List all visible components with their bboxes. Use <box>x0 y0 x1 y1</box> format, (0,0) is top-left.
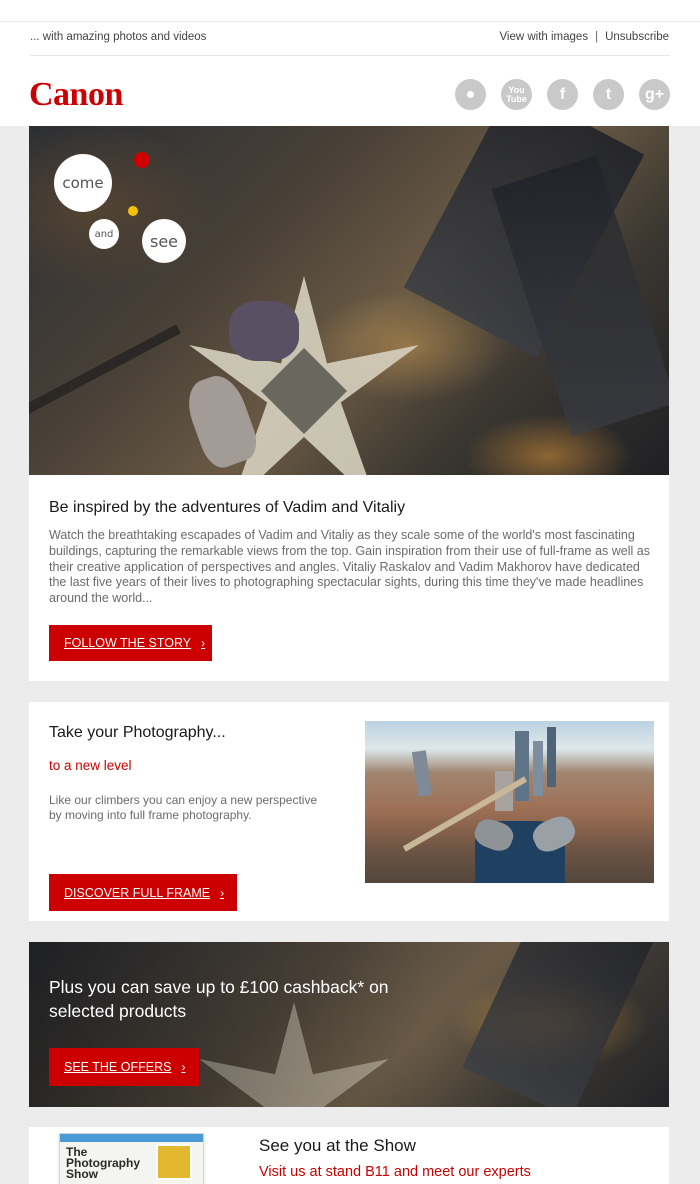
sky-shape <box>365 721 654 749</box>
show-title: See you at the Show <box>259 1136 416 1155</box>
youtube-icon-glyph: You Tube <box>506 84 527 104</box>
building-shape <box>515 731 529 801</box>
preheader-text: ... with amazing photos and videos <box>30 31 207 43</box>
twitter-icon-glyph: t <box>605 85 612 103</box>
facebook-icon[interactable]: f <box>547 79 578 110</box>
discover-full-frame-label: DISCOVER FULL FRAME <box>64 885 211 900</box>
follow-the-story-button[interactable]: FOLLOW THE STORY › <box>49 625 212 661</box>
and-bubble: and <box>89 219 119 249</box>
story-body: Watch the breathtaking escapades of Vadi… <box>49 528 650 606</box>
link-separator: | <box>595 31 599 43</box>
camera-icon[interactable]: ● <box>455 79 486 110</box>
hero-image[interactable]: come and see <box>29 126 669 475</box>
railing-shape <box>29 324 181 418</box>
chevron-right-icon: › <box>220 885 225 900</box>
chevron-right-icon: › <box>181 1060 186 1074</box>
climber-shape <box>229 301 299 361</box>
canon-logo[interactable]: Canon <box>29 78 123 112</box>
photography-show-magazine-image[interactable]: The Photography Show <box>59 1133 204 1184</box>
magazine-top-stripe <box>60 1134 203 1142</box>
discover-full-frame-button[interactable]: DISCOVER FULL FRAME › <box>49 874 237 911</box>
offers-banner[interactable]: Plus you can save up to £100 cashback* o… <box>29 942 669 1107</box>
camera-icon-glyph: ● <box>465 85 476 103</box>
top-divider <box>0 21 700 22</box>
full-frame-body: Like our climbers you can enjoy a new pe… <box>49 793 318 822</box>
come-bubble: come <box>54 154 112 212</box>
building-shape <box>411 750 433 797</box>
full-frame-card: Take your Photography... to a new level … <box>29 702 669 921</box>
twitter-icon[interactable]: t <box>593 79 624 110</box>
see-the-offers-label: SEE THE OFFERS <box>64 1060 172 1074</box>
social-links: ● You Tube f t g+ <box>455 79 670 110</box>
facebook-icon-glyph: f <box>559 85 566 103</box>
full-frame-subtitle: to a new level <box>49 758 132 773</box>
red-dot <box>134 152 150 168</box>
unsubscribe-link[interactable]: Unsubscribe <box>605 31 669 43</box>
view-with-images-link[interactable]: View with images <box>499 31 588 43</box>
header-divider <box>30 55 670 56</box>
google-plus-icon-glyph: g+ <box>644 85 665 103</box>
email-header: ... with amazing photos and videos View … <box>0 0 700 126</box>
photography-show-card: The Photography Show See you at the Show… <box>29 1127 669 1184</box>
skyscraper-shape <box>462 942 656 1107</box>
offers-title: Plus you can save up to £100 cashback* o… <box>49 977 389 1021</box>
city-view-image[interactable] <box>365 721 654 883</box>
full-frame-title: Take your Photography... <box>49 724 226 741</box>
magazine-title: The Photography Show <box>66 1145 140 1181</box>
story-card: Be inspired by the adventures of Vadim a… <box>29 475 669 681</box>
building-shape <box>547 727 556 787</box>
building-shape <box>533 741 543 796</box>
google-plus-icon[interactable]: g+ <box>639 79 670 110</box>
story-title: Be inspired by the adventures of Vadim a… <box>49 499 406 516</box>
see-bubble: see <box>142 219 186 263</box>
see-the-offers-button[interactable]: SEE THE OFFERS › <box>49 1048 199 1086</box>
youtube-icon[interactable]: You Tube <box>501 79 532 110</box>
chevron-right-icon: › <box>201 636 206 650</box>
header-links: View with images | Unsubscribe <box>499 31 669 43</box>
show-subtitle[interactable]: Visit us at stand B11 and meet our exper… <box>259 1164 531 1180</box>
follow-the-story-label: FOLLOW THE STORY <box>64 636 192 650</box>
yellow-dot <box>128 206 138 216</box>
magazine-photo <box>156 1144 192 1180</box>
